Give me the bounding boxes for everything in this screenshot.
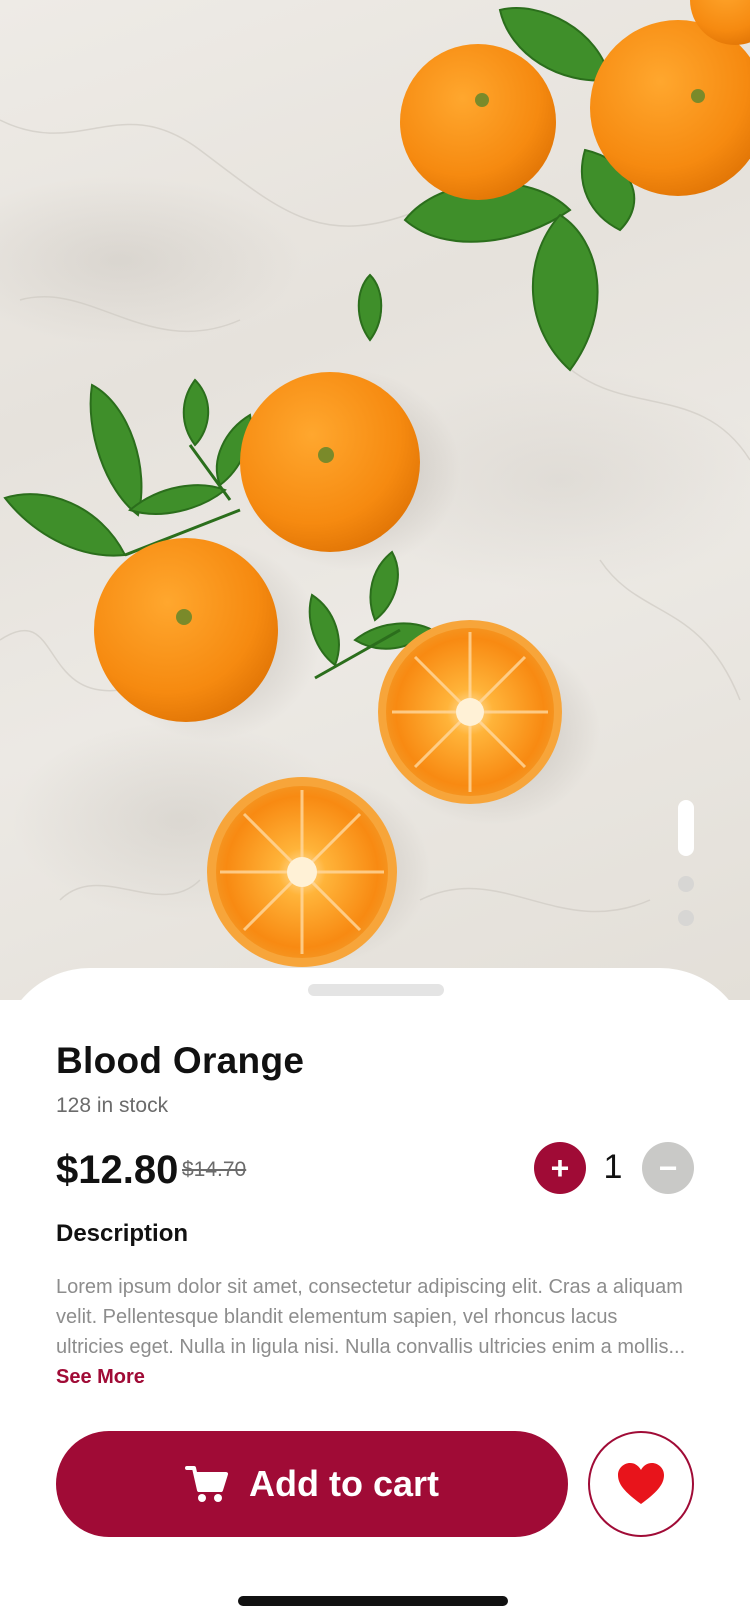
description-heading: Description: [56, 1220, 189, 1247]
quantity-increase-button[interactable]: +: [534, 1142, 586, 1194]
product-details-sheet: Blood Orange 128 in stock $12.80 $14.70 …: [0, 968, 750, 1624]
heart-icon: [618, 1463, 664, 1504]
minus-icon: −: [658, 1150, 678, 1186]
home-indicator[interactable]: [238, 1596, 508, 1606]
current-price: $12.80: [56, 1148, 179, 1192]
product-photo: [0, 0, 750, 967]
sheet-drag-handle[interactable]: [308, 984, 444, 996]
product-title: Blood Orange: [56, 1040, 305, 1081]
original-price: $14.70: [182, 1158, 247, 1181]
pager-dot[interactable]: [678, 910, 694, 926]
add-to-cart-label: Add to cart: [248, 1463, 439, 1504]
description-text: Lorem ipsum dolor sit amet, consectetur …: [56, 1272, 686, 1392]
stock-count: 128 in stock: [56, 1094, 169, 1117]
quantity-decrease-button[interactable]: −: [642, 1142, 694, 1194]
description-body: Lorem ipsum dolor sit amet, consectetur …: [56, 1276, 686, 1358]
favorite-button[interactable]: [588, 1431, 694, 1537]
cart-icon: [184, 1466, 228, 1502]
plus-icon: +: [550, 1150, 570, 1186]
pager-dot-active[interactable]: [678, 800, 694, 856]
see-more-link[interactable]: See More: [56, 1366, 145, 1388]
add-to-cart-button[interactable]: Add to cart: [56, 1431, 568, 1537]
quantity-value: 1: [603, 1148, 623, 1186]
product-image-gallery[interactable]: [0, 0, 750, 1000]
gallery-pager[interactable]: [678, 800, 694, 926]
pager-dot[interactable]: [678, 876, 694, 892]
